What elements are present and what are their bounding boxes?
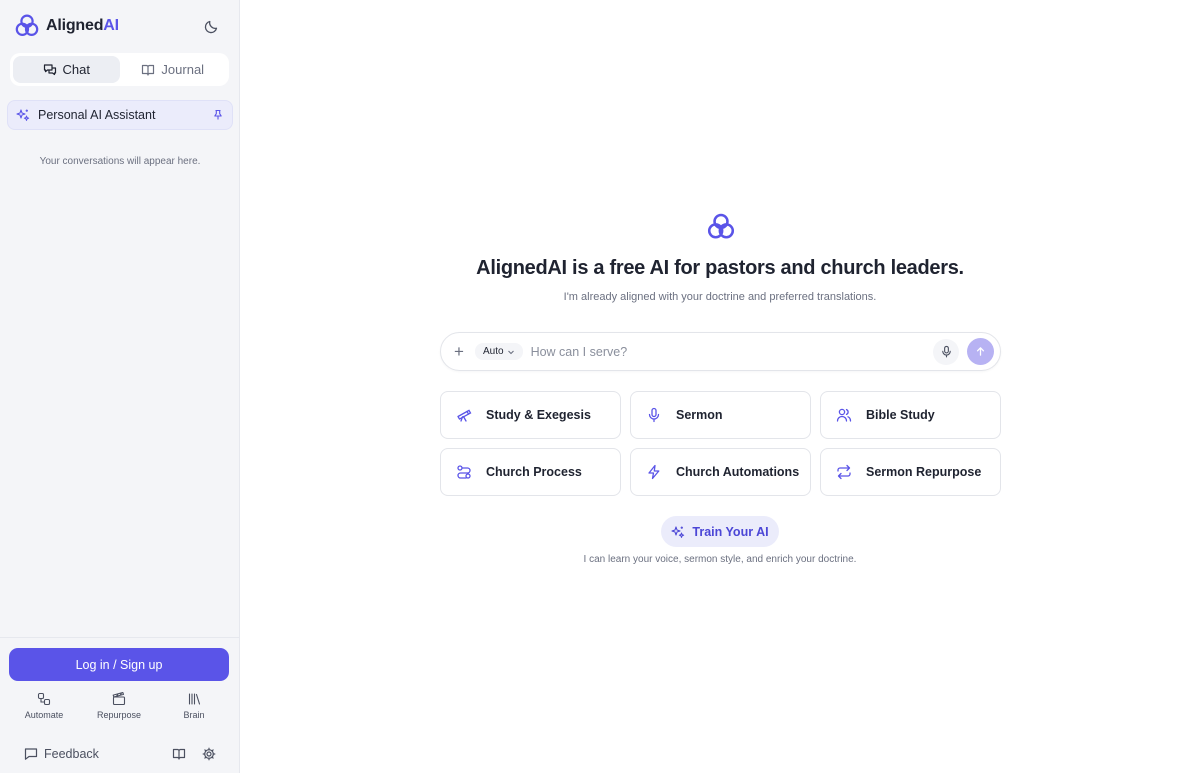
arrow-up-icon	[976, 347, 985, 356]
microphone-icon	[648, 407, 660, 423]
model-select[interactable]: Auto	[475, 343, 523, 360]
library-icon	[188, 693, 201, 705]
brand[interactable]: AlignedAI	[14, 13, 119, 39]
main-panel: AlignedAI is a free AI for pastors and c…	[240, 0, 1200, 773]
card-sermon[interactable]: Sermon	[630, 391, 811, 439]
tab-journal-label: Journal	[161, 62, 205, 77]
prompt-input[interactable]	[530, 344, 925, 359]
tab-journal[interactable]: Journal	[120, 56, 227, 83]
card-church-automations[interactable]: Church Automations	[630, 448, 811, 496]
gear-icon[interactable]	[202, 747, 216, 761]
moon-icon[interactable]	[203, 17, 221, 35]
clapperboard-icon	[112, 692, 126, 706]
login-signup-button[interactable]: Log in / Sign up	[9, 648, 229, 681]
quick-nav-repurpose[interactable]: Repurpose	[83, 692, 155, 720]
card-label: Sermon Repurpose	[866, 465, 982, 479]
quick-nav-brain-label: Brain	[183, 710, 205, 720]
chevron-down-icon	[507, 350, 514, 354]
sidebar: AlignedAI Chat Journal Personal AI Assis…	[0, 0, 240, 773]
page-headline: AlignedAI is a free AI for pastors and c…	[476, 257, 964, 279]
card-sermon-repurpose[interactable]: Sermon Repurpose	[820, 448, 1001, 496]
brand-name: AlignedAI	[46, 17, 119, 34]
train-your-ai-button[interactable]: Train Your AI	[661, 516, 779, 547]
shapes-icon	[37, 692, 51, 706]
footer-icons	[172, 747, 216, 761]
plus-icon[interactable]: +	[451, 343, 467, 360]
personal-ai-assistant-label: Personal AI Assistant	[38, 108, 156, 122]
voice-input-button[interactable]	[933, 338, 959, 365]
model-select-value: Auto	[483, 346, 504, 357]
card-church-process[interactable]: Church Process	[440, 448, 621, 496]
sparkles-icon	[671, 525, 685, 538]
page-subline: I'm already aligned with your doctrine a…	[563, 291, 877, 303]
conversations-empty-state: Your conversations will appear here.	[39, 156, 201, 167]
send-button[interactable]	[967, 338, 994, 365]
quick-nav-automate[interactable]: Automate	[8, 692, 80, 720]
personal-ai-assistant-item[interactable]: Personal AI Assistant	[7, 100, 233, 130]
card-bible-study[interactable]: Bible Study	[820, 391, 1001, 439]
train-caption: I can learn your voice, sermon style, an…	[583, 554, 857, 565]
quick-nav-repurpose-label: Repurpose	[96, 710, 142, 720]
aligned-ai-logo-icon	[15, 14, 39, 36]
pin-icon[interactable]	[212, 109, 224, 121]
aligned-ai-hero-logo-icon	[707, 213, 735, 239]
chat-bubbles-icon	[43, 63, 56, 75]
feedback-button[interactable]: Feedback	[24, 747, 99, 761]
train-your-ai-label: Train Your AI	[692, 524, 769, 539]
quick-nav-brain[interactable]: Brain	[158, 692, 230, 720]
telescope-icon	[457, 409, 472, 422]
feedback-label: Feedback	[44, 747, 99, 761]
sparkles-icon	[16, 109, 30, 121]
book-open-icon	[142, 64, 155, 76]
card-label: Church Process	[486, 465, 582, 479]
tab-chat[interactable]: Chat	[13, 56, 120, 83]
sidebar-footer: Feedback	[24, 744, 216, 764]
card-study-exegesis[interactable]: Study & Exegesis	[440, 391, 621, 439]
microphone-icon	[941, 345, 951, 358]
card-label: Church Automations	[676, 465, 800, 479]
users-icon	[836, 408, 852, 422]
quick-nav: Automate Repurpose Brain	[8, 692, 230, 720]
card-label: Sermon	[676, 408, 723, 422]
route-icon	[457, 465, 471, 479]
card-label: Bible Study	[866, 408, 935, 422]
quick-nav-automate-label: Automate	[24, 710, 64, 720]
sidebar-divider	[0, 637, 240, 638]
sidebar-tabs: Chat Journal	[10, 53, 229, 86]
tab-chat-label: Chat	[62, 62, 90, 77]
lightning-icon	[648, 464, 660, 480]
card-label: Study & Exegesis	[486, 408, 591, 422]
repeat-icon	[837, 464, 851, 480]
message-square-icon	[24, 748, 38, 760]
book-icon[interactable]	[172, 747, 186, 761]
composer: + Auto	[440, 332, 1001, 371]
